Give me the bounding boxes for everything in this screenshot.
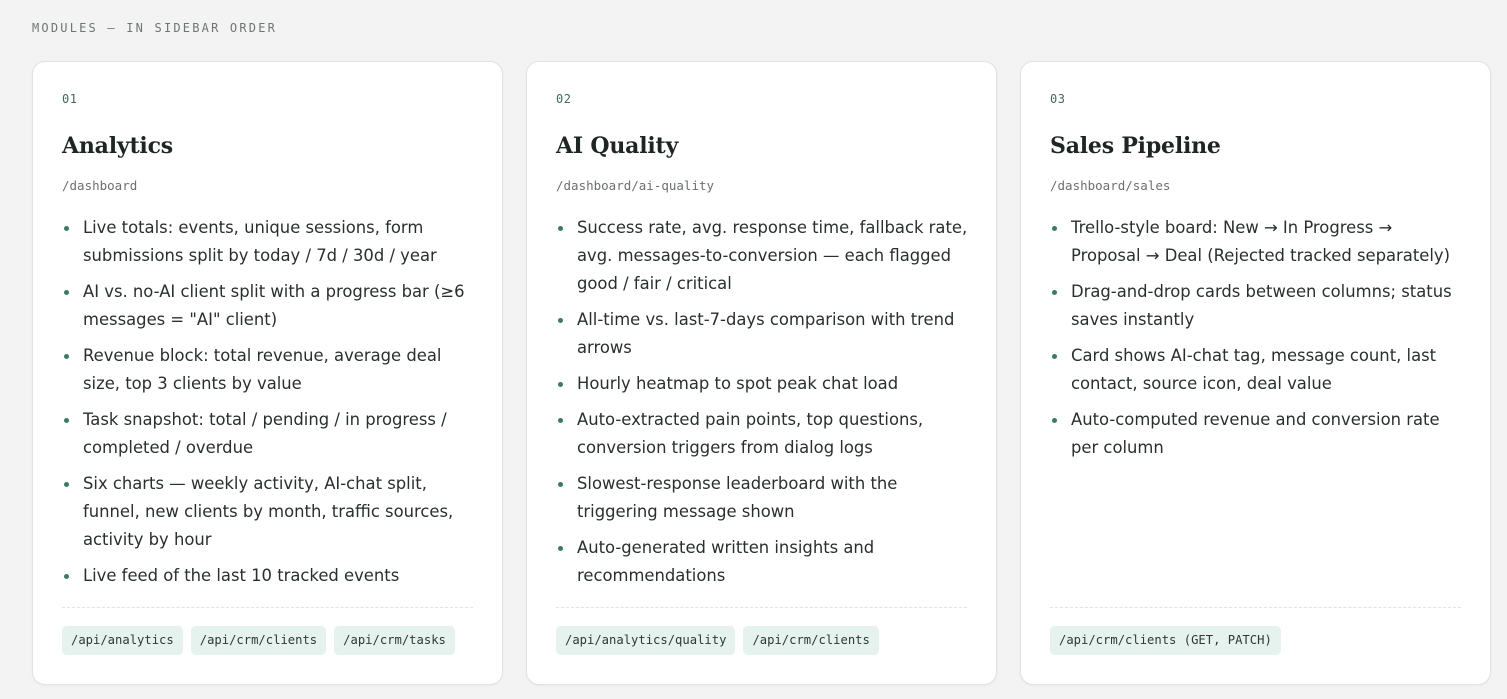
feature-text: Card shows AI-chat tag, message count, l… — [1071, 346, 1437, 393]
card-number: 01 — [62, 92, 78, 106]
api-tag-list: /api/crm/clients (GET, PATCH) — [1050, 626, 1281, 655]
bullet-icon — [1052, 354, 1057, 359]
card-number: 03 — [1050, 92, 1066, 106]
card-title: Sales Pipeline — [1050, 133, 1221, 159]
api-tag-list: /api/analytics /api/crm/clients /api/crm… — [62, 626, 455, 655]
module-card-analytics: 01 Analytics /dashboard Live totals: eve… — [32, 61, 503, 685]
feature-text: Six charts — weekly activity, AI-chat sp… — [83, 474, 454, 549]
feature-text: Slowest-response leaderboard with the tr… — [577, 474, 898, 521]
feature-item: Auto-generated written insights and reco… — [556, 534, 972, 590]
module-card-ai-quality: 02 AI Quality /dashboard/ai-quality Succ… — [526, 61, 997, 685]
bullet-icon — [1052, 226, 1057, 231]
api-tag: /api/analytics/quality — [556, 626, 736, 655]
bullet-icon — [64, 482, 69, 487]
bullet-icon — [558, 418, 563, 423]
feature-item: Card shows AI-chat tag, message count, l… — [1050, 342, 1466, 398]
bullet-icon — [558, 546, 563, 551]
feature-text: Auto-generated written insights and reco… — [577, 538, 875, 585]
feature-item: Slowest-response leaderboard with the tr… — [556, 470, 972, 526]
feature-text: Auto-extracted pain points, top question… — [577, 410, 924, 457]
divider — [1050, 607, 1461, 608]
bullet-icon — [64, 574, 69, 579]
card-route: /dashboard/sales — [1050, 178, 1171, 193]
bullet-icon — [64, 354, 69, 359]
feature-text: All-time vs. last-7-days comparison with… — [577, 310, 955, 357]
feature-text: Revenue block: total revenue, average de… — [83, 346, 442, 393]
module-card-sales-pipeline: 03 Sales Pipeline /dashboard/sales Trell… — [1020, 61, 1491, 685]
feature-item: AI vs. no-AI client split with a progres… — [62, 278, 478, 334]
api-tag: /api/analytics — [62, 626, 183, 655]
feature-item: Trello-style board: New → In Progress → … — [1050, 214, 1466, 270]
feature-text: Live feed of the last 10 tracked events — [83, 566, 400, 585]
bullet-icon — [558, 382, 563, 387]
divider — [62, 607, 473, 608]
card-title: Analytics — [62, 133, 173, 159]
bullet-icon — [558, 226, 563, 231]
feature-item: All-time vs. last-7-days comparison with… — [556, 306, 972, 362]
bullet-icon — [1052, 418, 1057, 423]
api-tag: /api/crm/clients — [743, 626, 879, 655]
feature-item: Revenue block: total revenue, average de… — [62, 342, 478, 398]
feature-item: Auto-computed revenue and conversion rat… — [1050, 406, 1466, 462]
feature-text: Task snapshot: total / pending / in prog… — [83, 410, 447, 457]
card-title: AI Quality — [556, 133, 679, 159]
feature-list: Trello-style board: New → In Progress → … — [1050, 214, 1466, 470]
api-tag: /api/crm/clients (GET, PATCH) — [1050, 626, 1281, 655]
feature-text: Auto-computed revenue and conversion rat… — [1071, 410, 1440, 457]
bullet-icon — [558, 482, 563, 487]
feature-item: Live totals: events, unique sessions, fo… — [62, 214, 478, 270]
feature-text: Live totals: events, unique sessions, fo… — [83, 218, 437, 265]
bullet-icon — [558, 318, 563, 323]
feature-list: Live totals: events, unique sessions, fo… — [62, 214, 478, 598]
feature-item: Hourly heatmap to spot peak chat load — [556, 370, 972, 398]
bullet-icon — [1052, 290, 1057, 295]
feature-text: Trello-style board: New → In Progress → … — [1071, 218, 1450, 265]
feature-text: AI vs. no-AI client split with a progres… — [83, 282, 465, 329]
divider — [556, 607, 967, 608]
api-tag-list: /api/analytics/quality /api/crm/clients — [556, 626, 879, 655]
feature-item: Drag-and-drop cards between columns; sta… — [1050, 278, 1466, 334]
feature-item: Six charts — weekly activity, AI-chat sp… — [62, 470, 478, 554]
feature-text: Drag-and-drop cards between columns; sta… — [1071, 282, 1452, 329]
bullet-icon — [64, 418, 69, 423]
feature-item: Live feed of the last 10 tracked events — [62, 562, 478, 590]
feature-item: Success rate, avg. response time, fallba… — [556, 214, 972, 298]
section-label: MODULES — IN SIDEBAR ORDER — [32, 21, 278, 35]
feature-list: Success rate, avg. response time, fallba… — [556, 214, 972, 598]
card-route: /dashboard/ai-quality — [556, 178, 715, 193]
api-tag: /api/crm/tasks — [334, 626, 455, 655]
feature-text: Success rate, avg. response time, fallba… — [577, 218, 968, 293]
card-route: /dashboard — [62, 178, 138, 193]
feature-item: Auto-extracted pain points, top question… — [556, 406, 972, 462]
bullet-icon — [64, 290, 69, 295]
card-number: 02 — [556, 92, 572, 106]
bullet-icon — [64, 226, 69, 231]
feature-item: Task snapshot: total / pending / in prog… — [62, 406, 478, 462]
api-tag: /api/crm/clients — [190, 626, 327, 655]
feature-text: Hourly heatmap to spot peak chat load — [577, 374, 899, 393]
